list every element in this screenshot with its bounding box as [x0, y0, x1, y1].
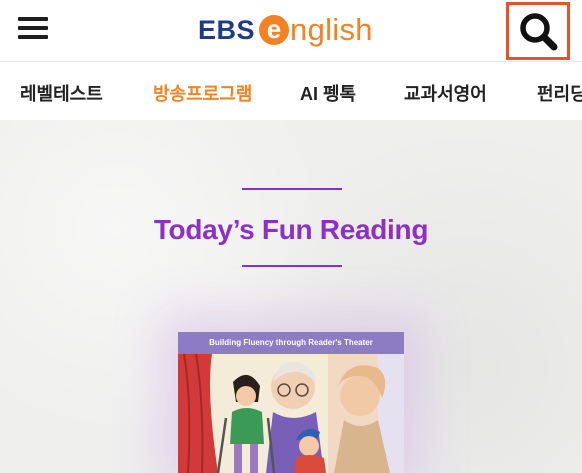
logo-english-text: nglish: [290, 12, 373, 47]
nav-item-level-test[interactable]: 레벨테스트: [20, 80, 103, 106]
nav-item-ai-pengtalk[interactable]: AI 펭톡: [300, 80, 356, 106]
hamburger-menu-icon[interactable]: [18, 15, 48, 41]
book-cover-card[interactable]: Building Fluency through Reader's Theate…: [178, 332, 404, 473]
logo-ebs-text: EBS: [198, 14, 256, 45]
ebs-english-logo[interactable]: EBS e nglish: [198, 8, 373, 52]
nav-item-fun-reading[interactable]: 펀리딩: [537, 80, 582, 106]
category-nav: 레벨테스트 방송프로그램 AI 펭톡 교과서영어 펀리딩: [0, 62, 582, 120]
search-icon: [520, 13, 558, 51]
heading-rule-top: [242, 188, 342, 190]
nav-item-broadcast-programs[interactable]: 방송프로그램: [153, 80, 252, 106]
top-header: EBS e nglish: [0, 0, 582, 62]
section-heading: Today’s Fun Reading: [153, 214, 429, 245]
menu-bar: [18, 35, 48, 39]
menu-bar: [18, 26, 48, 30]
logo-e-circle: e: [259, 15, 290, 45]
search-button[interactable]: [506, 2, 570, 60]
nav-item-textbook-english[interactable]: 교과서영어: [404, 80, 487, 106]
fun-reading-section: Today’s Fun Reading Building Fluency thr…: [0, 120, 582, 473]
heading-rule-bottom: [242, 265, 342, 267]
menu-bar: [18, 17, 48, 21]
book-cover-illustration: [178, 353, 404, 473]
